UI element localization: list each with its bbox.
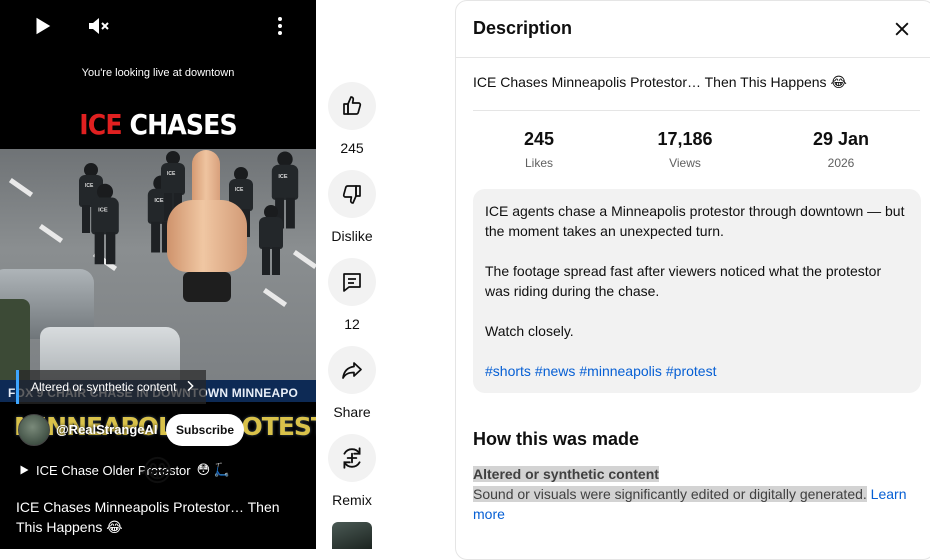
- stat-date: 29 Jan 2026: [781, 129, 901, 170]
- like-icon: [343, 96, 362, 115]
- stat-date-value: 29 Jan: [812, 129, 870, 149]
- comments-button[interactable]: [328, 258, 376, 306]
- more-vert-icon: [278, 17, 282, 35]
- comments-action[interactable]: 12: [328, 258, 376, 332]
- close-button[interactable]: [888, 15, 916, 43]
- share-icon: [342, 362, 362, 379]
- road-marking: [38, 223, 64, 244]
- channel-name[interactable]: @RealStrangeAI: [56, 422, 158, 437]
- subscribe-button[interactable]: Subscribe: [166, 414, 244, 446]
- dislike-button[interactable]: [328, 170, 376, 218]
- how-made-heading: Altered or synthetic content: [473, 466, 659, 482]
- description-box[interactable]: ICE agents chase a Minneapolis protestor…: [473, 189, 921, 393]
- description-paragraph: The footage spread fast after viewers no…: [485, 263, 882, 299]
- remix-action[interactable]: Remix: [328, 434, 376, 508]
- dislike-icon: [342, 185, 361, 204]
- comments-count: 12: [344, 316, 360, 332]
- altered-content-label: Altered or synthetic content: [31, 380, 177, 394]
- video-headline: ICE CHASES: [16, 108, 300, 141]
- how-made-section: Altered or synthetic content Sound or vi…: [473, 464, 913, 524]
- mute-icon: [89, 18, 109, 34]
- like-action[interactable]: 245: [328, 82, 376, 156]
- like-count: 245: [340, 140, 364, 156]
- video-title[interactable]: ICE Chases Minneapolis Protestor… Then T…: [16, 497, 296, 537]
- comment-icon: [343, 273, 361, 292]
- headline-white: CHASES: [129, 108, 238, 141]
- dislike-label: Dislike: [331, 228, 373, 244]
- video-frame: ICE ICE ICE ICE ICE ICE: [0, 149, 316, 399]
- road-marking: [292, 249, 316, 270]
- stat-views-label: Views: [669, 156, 701, 170]
- officer-figure: ICE: [90, 183, 120, 265]
- remix-label: Remix: [332, 492, 372, 508]
- shorts-video-player[interactable]: You're looking live at downtown ICE CHAS…: [0, 0, 316, 549]
- remix-button[interactable]: [328, 434, 376, 482]
- play-icon: [36, 17, 51, 35]
- hand-figure: [167, 200, 247, 272]
- stat-views-value: 17,186: [657, 129, 713, 149]
- share-label: Share: [333, 404, 371, 420]
- road-marking: [8, 177, 34, 198]
- sound-link[interactable]: ICE Chase Older Protestor 😳 🛴: [18, 462, 230, 478]
- how-made-body: Sound or visuals were significantly edit…: [473, 486, 867, 502]
- hashtag-row: #shorts #news #minneapolis #protest: [485, 361, 909, 381]
- play-button[interactable]: [28, 12, 56, 40]
- stat-likes: 245 Likes: [479, 129, 599, 170]
- remix-icon: [343, 447, 361, 469]
- description-panel: Description ICE Chases Minneapolis Prote…: [455, 0, 930, 560]
- stat-views: 17,186 Views: [625, 129, 745, 170]
- close-icon: [895, 22, 909, 36]
- panel-title: Description: [473, 18, 573, 38]
- hashtag-protest[interactable]: #protest: [666, 363, 717, 379]
- stat-likes-value: 245: [523, 129, 555, 149]
- stat-likes-label: Likes: [524, 156, 553, 170]
- video-caption: You're looking live at downtown: [81, 67, 235, 79]
- sound-thumbnail[interactable]: [332, 522, 372, 549]
- sound-emojis: 😳 🛴: [196, 462, 230, 477]
- how-made-title: How this was made: [473, 429, 640, 449]
- altered-content-chip[interactable]: Altered or synthetic content: [16, 370, 206, 404]
- hashtag-news[interactable]: #news: [535, 363, 575, 379]
- description-video-title: ICE Chases Minneapolis Protestor… Then T…: [473, 74, 847, 90]
- play-small-icon: [20, 465, 29, 475]
- officer-figure: [258, 205, 284, 275]
- description-paragraph: ICE agents chase a Minneapolis protestor…: [485, 203, 905, 239]
- dislike-action[interactable]: Dislike: [328, 170, 376, 244]
- scooter-figure: [183, 272, 231, 302]
- laugh-emoji: 😂: [140, 455, 176, 488]
- like-button[interactable]: [328, 82, 376, 130]
- hashtag-shorts[interactable]: #shorts: [485, 363, 531, 379]
- divider: [473, 110, 920, 111]
- stat-date-label: 2026: [827, 156, 855, 170]
- share-action[interactable]: Share: [328, 346, 376, 420]
- more-options-button[interactable]: [266, 12, 294, 40]
- headline-red: ICE: [79, 108, 122, 141]
- hashtag-minneapolis[interactable]: #minneapolis: [579, 363, 662, 379]
- chevron-right-icon: [187, 380, 194, 392]
- description-paragraph: Watch closely.: [485, 323, 574, 339]
- road-marking: [262, 287, 288, 308]
- share-button[interactable]: [328, 346, 376, 394]
- divider: [456, 57, 930, 58]
- mute-button[interactable]: [84, 12, 112, 40]
- channel-avatar[interactable]: [18, 414, 50, 446]
